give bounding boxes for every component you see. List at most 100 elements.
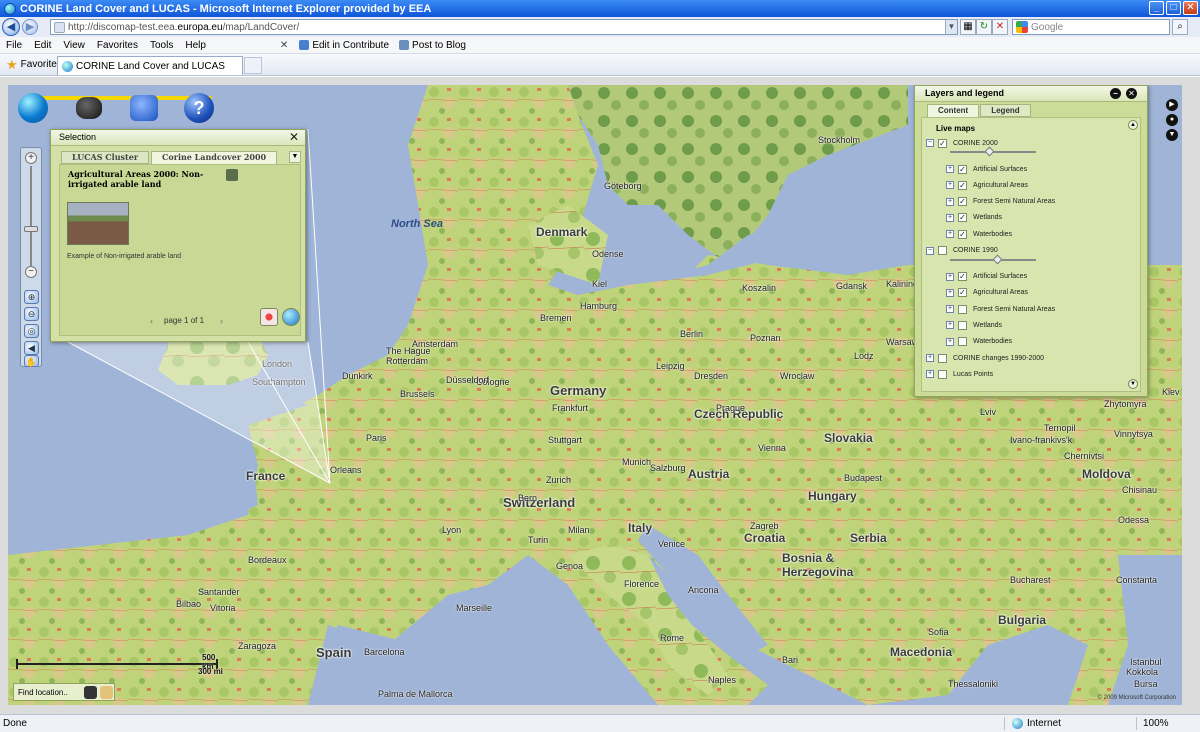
post-to-blog-button[interactable]: Post to Blog: [394, 40, 471, 51]
layer-checkbox[interactable]: [938, 369, 947, 379]
globe-view-icon[interactable]: [282, 308, 300, 326]
layer-group-row[interactable]: + Lucas Points: [926, 368, 993, 380]
expand-toggle-icon[interactable]: +: [946, 197, 954, 206]
expand-right-icon[interactable]: ▶: [1166, 99, 1178, 111]
search-input[interactable]: Google: [1012, 19, 1170, 35]
close-toolbar-icon[interactable]: ✕: [274, 40, 294, 51]
layer-checkbox[interactable]: ✓: [938, 138, 947, 148]
zoom-in-button[interactable]: +: [25, 152, 37, 164]
previous-extent-icon[interactable]: ◀: [24, 341, 39, 355]
full-extent-icon[interactable]: ◎: [24, 324, 39, 338]
layer-checkbox[interactable]: ✓: [958, 164, 967, 174]
globe-icon[interactable]: [18, 93, 48, 123]
expand-toggle-icon[interactable]: +: [926, 354, 934, 362]
expand-toggle-icon[interactable]: +: [946, 321, 954, 330]
menu-edit[interactable]: Edit: [28, 40, 57, 51]
layer-item-row[interactable]: + ✓ Wetlands: [946, 212, 1002, 224]
layer-item-row[interactable]: + ✓ Forest Semi Natural Areas: [946, 196, 1055, 208]
tab-lucas-cluster[interactable]: LUCAS Cluster: [61, 151, 150, 164]
menu-favorites[interactable]: Favorites: [91, 40, 144, 51]
binoculars-search-icon[interactable]: [84, 686, 97, 699]
expand-toggle-icon[interactable]: +: [946, 213, 954, 222]
browser-tab[interactable]: CORINE Land Cover and LUCAS: [57, 56, 243, 75]
zoom-out-button[interactable]: −: [25, 266, 37, 278]
chevron-down-icon[interactable]: ▼: [945, 20, 957, 34]
opacity-slider[interactable]: [950, 146, 1036, 157]
help-icon[interactable]: ?: [184, 93, 214, 123]
collapse-down-icon[interactable]: ▼: [1166, 129, 1178, 141]
layer-checkbox[interactable]: [938, 353, 947, 363]
binoculars-icon[interactable]: [76, 97, 102, 119]
menu-view[interactable]: View: [57, 40, 91, 51]
layer-checkbox[interactable]: ✓: [958, 272, 967, 281]
layer-item-row[interactable]: + Wetlands: [946, 319, 1002, 331]
expand-toggle-icon[interactable]: −: [926, 246, 934, 255]
stop-icon[interactable]: ✕: [992, 19, 1008, 35]
layer-checkbox[interactable]: ✓: [958, 180, 967, 190]
opacity-slider[interactable]: [950, 254, 1036, 264]
refresh-icon[interactable]: ↻: [976, 19, 992, 35]
minimize-button[interactable]: _: [1149, 1, 1164, 15]
back-button[interactable]: ◀: [2, 18, 20, 36]
close-window-button[interactable]: ✕: [1183, 1, 1198, 15]
chevron-down-icon[interactable]: ▼: [289, 151, 301, 163]
layer-item-row[interactable]: + Waterbodies: [946, 336, 1012, 348]
expand-toggle-icon[interactable]: +: [946, 230, 954, 239]
menu-file[interactable]: File: [0, 40, 28, 51]
expand-toggle-icon[interactable]: +: [946, 337, 954, 346]
layer-item-row[interactable]: + ✓ Agricultural Areas: [946, 179, 1028, 191]
zoom-track[interactable]: [30, 166, 32, 266]
layer-item-row[interactable]: + ✓ Waterbodies: [946, 228, 1012, 240]
prev-page-button[interactable]: ‹: [150, 316, 153, 326]
close-icon[interactable]: ✕: [1126, 88, 1137, 99]
layer-checkbox[interactable]: [938, 246, 947, 255]
forward-button[interactable]: ▶: [22, 19, 38, 35]
layer-checkbox[interactable]: [958, 304, 967, 314]
find-location-input[interactable]: Find location..: [13, 683, 115, 701]
land-photo[interactable]: [67, 202, 129, 245]
tab-corine-landcover-2000[interactable]: Corine Landcover 2000: [151, 151, 278, 164]
layer-item-row[interactable]: + ✓ Artificial Surfaces: [946, 163, 1027, 175]
layer-checkbox[interactable]: ✓: [958, 229, 967, 239]
layer-item-row[interactable]: + Forest Semi Natural Areas: [946, 303, 1055, 315]
layers-scrollbar[interactable]: ▲ ▼: [1128, 120, 1138, 389]
expand-toggle-icon[interactable]: +: [926, 370, 934, 378]
edit-in-contribute-button[interactable]: Edit in Contribute: [294, 40, 394, 51]
next-page-button[interactable]: ›: [220, 316, 223, 326]
expand-toggle-icon[interactable]: +: [946, 305, 954, 314]
pin-icon[interactable]: [100, 686, 113, 699]
compatibility-icon[interactable]: ▦: [960, 19, 976, 35]
maximize-button[interactable]: □: [1166, 1, 1181, 15]
layer-checkbox[interactable]: [958, 320, 967, 330]
zoom-level[interactable]: 100%: [1143, 718, 1169, 729]
camera-icon[interactable]: [130, 95, 158, 121]
expand-toggle-icon[interactable]: +: [946, 272, 954, 281]
map-canvas[interactable]: North Sea Denmark Germany France Switzer…: [8, 85, 1182, 705]
layer-group-row[interactable]: − CORINE 1990: [926, 245, 998, 257]
layer-checkbox[interactable]: ✓: [958, 288, 967, 298]
pan-hand-icon[interactable]: ✋: [24, 355, 39, 367]
expand-toggle-icon[interactable]: +: [946, 288, 954, 297]
expand-toggle-icon[interactable]: −: [926, 139, 934, 147]
expand-toggle-icon[interactable]: +: [946, 165, 954, 173]
search-icon[interactable]: ⌕: [1172, 19, 1188, 35]
pan-icon[interactable]: ●: [1166, 114, 1178, 126]
new-tab-button[interactable]: [244, 57, 262, 74]
address-input[interactable]: http://discomap-test.eea. europa.eu/map/L…: [50, 19, 958, 35]
zoom-slider-handle[interactable]: [24, 226, 38, 232]
layer-checkbox[interactable]: ✓: [958, 197, 967, 207]
expand-toggle-icon[interactable]: +: [946, 181, 954, 190]
layer-item-row[interactable]: + ✓ Agricultural Areas: [946, 287, 1028, 299]
layer-item-row[interactable]: + ✓ Artificial Surfaces: [946, 271, 1027, 283]
minimize-icon[interactable]: −: [1110, 88, 1121, 99]
zoom-out-box-icon[interactable]: ⊖: [24, 307, 39, 321]
menu-help[interactable]: Help: [179, 40, 212, 51]
layer-group-row[interactable]: + CORINE changes 1990-2000: [926, 352, 1044, 364]
layer-checkbox[interactable]: [958, 337, 967, 347]
tab-legend[interactable]: Legend: [980, 104, 1031, 117]
scroll-up-icon[interactable]: ▲: [1128, 120, 1138, 130]
tab-content[interactable]: Content: [927, 104, 980, 117]
scroll-down-icon[interactable]: ▼: [1128, 379, 1138, 389]
menu-tools[interactable]: Tools: [144, 40, 179, 51]
layer-checkbox[interactable]: ✓: [958, 213, 967, 223]
